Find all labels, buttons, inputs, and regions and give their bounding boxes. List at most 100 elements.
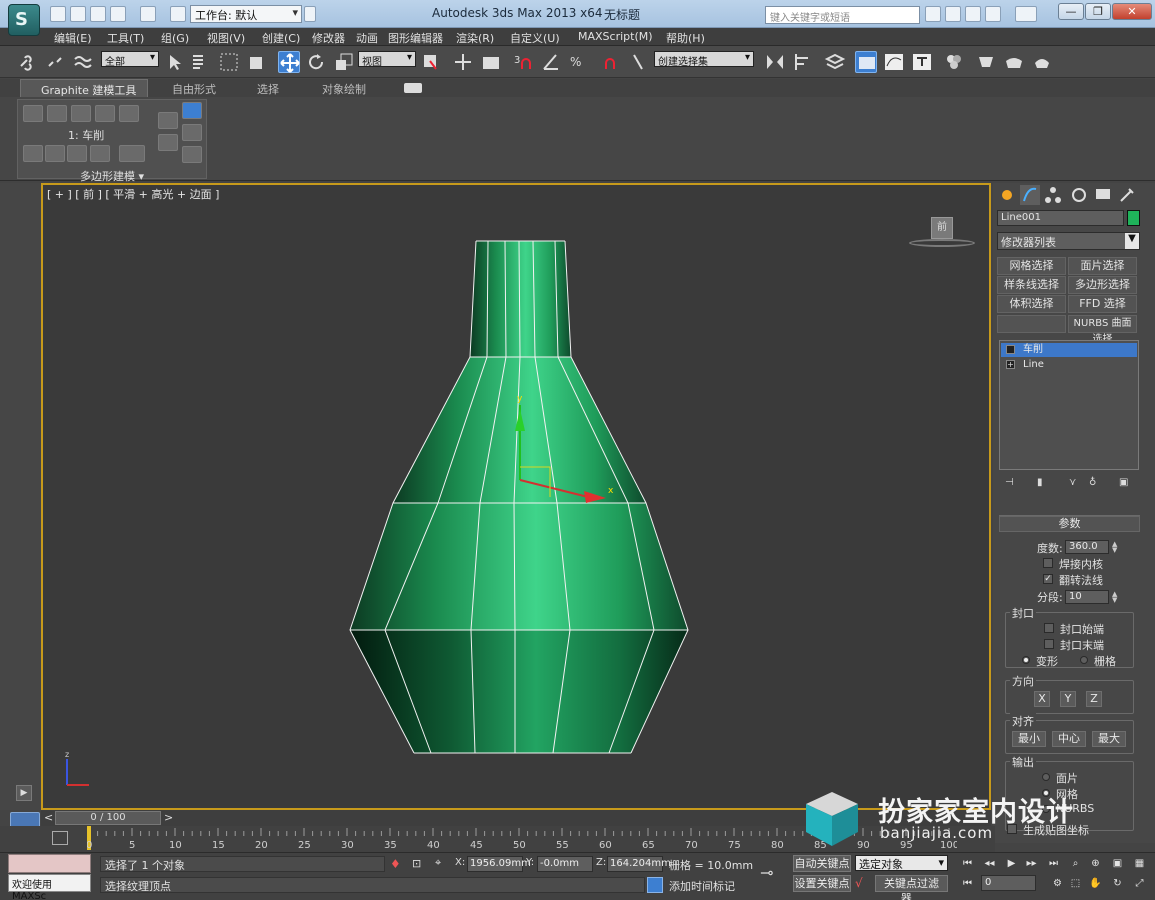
direction-x-button[interactable]: X: [1034, 691, 1050, 707]
select-by-name-icon[interactable]: [190, 51, 212, 73]
select-link-icon[interactable]: [16, 51, 38, 73]
viewport-label[interactable]: [ + ] [ 前 ] [ 平滑 + 高光 + 边面 ]: [47, 186, 219, 202]
menu-views[interactable]: 视图(V): [207, 30, 245, 46]
zoom-extents-all-icon[interactable]: ▦: [1132, 857, 1147, 871]
hierarchy-tab-icon[interactable]: [1043, 185, 1063, 205]
edge-mode-icon[interactable]: [47, 105, 67, 122]
object-name-field[interactable]: Line001: [997, 210, 1124, 226]
expand-plus-icon[interactable]: +: [1006, 360, 1015, 369]
z-coordinate-field[interactable]: 164.204mm: [607, 856, 671, 872]
key-mode-icon[interactable]: ⏮: [960, 877, 975, 891]
show-end-result-icon[interactable]: [67, 145, 87, 162]
degrees-spinner[interactable]: 360.0: [1065, 540, 1109, 554]
viewcube-front-face[interactable]: 前: [931, 217, 953, 239]
undo-icon[interactable]: [110, 6, 126, 22]
y-coordinate-field[interactable]: -0.0mm: [537, 856, 593, 872]
menu-edit[interactable]: 编辑(E): [54, 30, 92, 46]
mirror-icon[interactable]: [764, 51, 786, 73]
help-search-input[interactable]: 键入关键字或短语: [765, 6, 920, 24]
motion-tab-icon[interactable]: [1069, 185, 1089, 205]
menu-rendering[interactable]: 渲染(R): [456, 30, 494, 46]
time-prev-button[interactable]: <: [44, 811, 53, 824]
modifier-list-select[interactable]: 修改器列表 ▼: [997, 232, 1140, 250]
named-selection-set-select[interactable]: 创建选择集: [654, 51, 754, 68]
favorites-star-icon[interactable]: [985, 6, 1001, 22]
polygon-mode-icon[interactable]: [95, 105, 115, 122]
communication-icon[interactable]: [965, 6, 981, 22]
align-icon[interactable]: [792, 51, 814, 73]
material-editor-icon[interactable]: [943, 51, 965, 73]
preview-icon[interactable]: [119, 145, 145, 162]
patch-select-button[interactable]: 面片选择: [1068, 257, 1137, 275]
selected-set-select[interactable]: 选定对象: [855, 855, 948, 871]
menu-tools[interactable]: 工具(T): [107, 30, 144, 46]
redo-icon[interactable]: [140, 6, 156, 22]
morph-radio[interactable]: [1022, 656, 1030, 664]
ribbon-options-icon[interactable]: [404, 83, 422, 93]
stack-item-line[interactable]: + Line: [1001, 358, 1137, 372]
pan-hand-icon[interactable]: ✋: [1088, 877, 1103, 891]
zoom-extents-icon[interactable]: ▣: [1110, 857, 1125, 871]
menu-maxscript[interactable]: MAXScript(M): [578, 30, 653, 43]
play-icon[interactable]: ▶: [1004, 857, 1019, 871]
select-object-icon[interactable]: [164, 51, 186, 73]
edit-named-selection-icon[interactable]: [628, 51, 650, 73]
keyboard-shortcut-icon[interactable]: [480, 51, 502, 73]
lightbulb-icon[interactable]: [1006, 345, 1015, 354]
direction-y-button[interactable]: Y: [1060, 691, 1076, 707]
cap-end-checkbox[interactable]: [1044, 639, 1054, 649]
isolate-selection-icon[interactable]: ♦: [390, 857, 402, 871]
time-config-icon[interactable]: ⚙: [1050, 877, 1065, 891]
zoom-region-icon[interactable]: ⬚: [1068, 877, 1083, 891]
next-frame-icon[interactable]: ▸▸: [1024, 857, 1039, 871]
auto-key-button[interactable]: 自动关键点: [793, 855, 851, 872]
save-file-icon[interactable]: [90, 6, 106, 22]
graphite-toggle-icon[interactable]: [855, 51, 877, 73]
minimize-button[interactable]: —: [1058, 3, 1084, 20]
current-frame-field[interactable]: 0: [981, 875, 1036, 891]
edit-poly-mode-icon[interactable]: [182, 102, 202, 119]
curve-editor-icon[interactable]: [883, 51, 905, 73]
subscription-icon[interactable]: [945, 6, 961, 22]
next-modifier-icon[interactable]: [45, 145, 65, 162]
tab-selection[interactable]: 选择: [257, 81, 279, 97]
remove-modifier-icon[interactable]: ♁: [1089, 477, 1101, 491]
empty-modifier-button[interactable]: [997, 315, 1066, 333]
vase-base[interactable]: [350, 630, 688, 753]
use-nurms-icon[interactable]: [158, 112, 178, 129]
select-manipulate-icon[interactable]: [452, 51, 474, 73]
orbit-icon[interactable]: ↻: [1110, 877, 1125, 891]
spinner-snap-icon[interactable]: [596, 51, 618, 73]
pin-stack-icon[interactable]: [182, 124, 202, 141]
poly-select-button[interactable]: 多边形选择: [1068, 276, 1137, 294]
show-end-result-icon[interactable]: ▮: [1037, 477, 1049, 491]
create-tab-icon[interactable]: [997, 185, 1017, 205]
menu-group[interactable]: 组(G): [161, 30, 189, 46]
tab-freeform[interactable]: 自由形式: [172, 81, 216, 97]
pivot-center-icon[interactable]: [420, 51, 442, 73]
reference-coordinate-select[interactable]: 视图: [358, 51, 416, 68]
quick-access-dropdown-icon[interactable]: [304, 6, 316, 22]
segments-spinner-arrows[interactable]: ▲ ▼: [1112, 591, 1120, 605]
binoculars-icon[interactable]: [925, 6, 941, 22]
render-production-icon[interactable]: [1031, 51, 1053, 73]
layer-manager-icon[interactable]: [824, 51, 846, 73]
close-button[interactable]: ✕: [1112, 3, 1152, 20]
mesh-select-button[interactable]: 网格选择: [997, 257, 1066, 275]
key-tangent-icon[interactable]: √: [855, 876, 873, 892]
menu-graph-editors[interactable]: 图形编辑器: [388, 30, 443, 46]
nurbs-surface-select-button[interactable]: NURBS 曲面选择: [1068, 315, 1137, 345]
schematic-view-icon[interactable]: [911, 51, 933, 73]
modify-tab-icon[interactable]: [1020, 185, 1040, 205]
make-unique-icon[interactable]: ⋎: [1069, 477, 1081, 491]
percent-snap-icon[interactable]: %: [568, 51, 590, 73]
prev-modifier-icon[interactable]: [23, 145, 43, 162]
output-patch-radio[interactable]: [1042, 773, 1050, 781]
tab-object-paint[interactable]: 对象绘制: [322, 81, 366, 97]
workspace-select[interactable]: 工作台: 默认: [190, 5, 302, 23]
move-gizmo[interactable]: y x: [508, 385, 618, 505]
time-next-button[interactable]: >: [164, 811, 173, 824]
display-tab-icon[interactable]: [1093, 185, 1113, 205]
add-time-tag-button[interactable]: 添加时间标记: [669, 878, 735, 894]
pin-stack-icon[interactable]: ⊣: [1005, 477, 1017, 491]
